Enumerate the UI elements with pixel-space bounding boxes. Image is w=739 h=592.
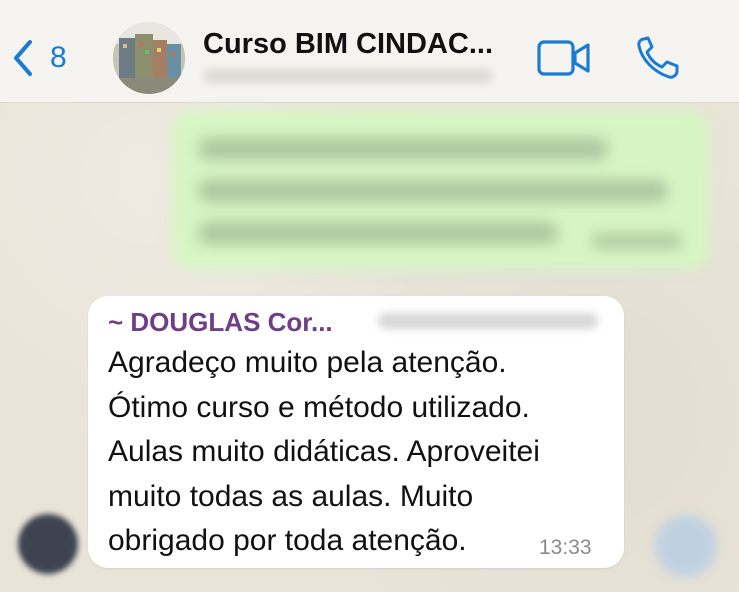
blurred-text-line: [198, 138, 608, 160]
sender-name[interactable]: ~ DOUGLAS Cor...: [108, 307, 333, 338]
group-members-subtitle: [203, 68, 493, 84]
video-camera-icon: [537, 40, 590, 76]
blurred-time-ticks: [592, 234, 682, 248]
message-text: Agradeço muito pela atenção. Ótimo curso…: [108, 346, 540, 557]
sender-phone-blurred: [378, 313, 598, 329]
sender-avatar[interactable]: [18, 514, 78, 574]
blurred-text-line: [198, 180, 668, 202]
video-call-button[interactable]: [536, 36, 592, 80]
back-button[interactable]: 8: [10, 38, 67, 78]
chat-title[interactable]: Curso BIM CINDAC...: [203, 28, 493, 61]
reaction-button[interactable]: [655, 515, 717, 577]
chevron-left-icon: [14, 40, 32, 76]
phone-icon: [637, 36, 679, 79]
group-avatar[interactable]: [113, 22, 185, 94]
blurred-text-line: [198, 222, 558, 244]
voice-call-button[interactable]: [633, 33, 683, 83]
message-time: 13:33: [539, 536, 592, 559]
chat-header: 8 Curso BIM CINDAC...: [0, 0, 739, 103]
unread-count: 8: [50, 41, 67, 74]
